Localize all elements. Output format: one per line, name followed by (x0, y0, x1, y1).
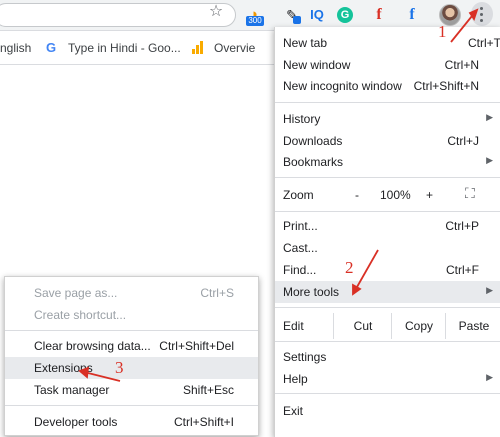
menu-separator (275, 102, 500, 103)
analytics-icon (192, 41, 204, 54)
menu-item-print[interactable]: Print... Ctrl+P (275, 215, 500, 237)
zoom-in-button[interactable]: + (426, 188, 433, 202)
zoom-out-button[interactable]: - (355, 188, 359, 202)
cut-button[interactable]: Cut (333, 313, 392, 339)
submenu-item-save-page: Save page as... Ctrl+S (34, 286, 234, 300)
menu-item-new-window[interactable]: New window Ctrl+N (275, 54, 500, 76)
menu-separator (5, 405, 258, 406)
menu-item-help[interactable]: Help ▶ (275, 368, 500, 390)
menu-separator (275, 307, 500, 308)
paste-button[interactable]: Paste (445, 313, 500, 339)
menu-item-edit: Edit Cut Copy Paste (275, 313, 500, 339)
chrome-main-menu: New tab Ctrl+T New window Ctrl+N New inc… (274, 27, 500, 437)
menu-item-find[interactable]: Find... Ctrl+F (275, 259, 500, 281)
submenu-item-extensions[interactable]: Extensions (5, 357, 258, 379)
extension-badge: 300 (246, 16, 264, 26)
annotation-step-3: 3 (115, 358, 124, 377)
bookmark-english[interactable]: nglish (0, 41, 31, 55)
submenu-item-create-shortcut: Create shortcut... (34, 308, 127, 322)
chevron-right-icon: ▶ (486, 155, 493, 165)
submenu-item-developer-tools[interactable]: Developer tools Ctrl+Shift+I (5, 411, 258, 433)
menu-item-settings[interactable]: Settings (275, 346, 500, 368)
menu-separator (5, 330, 258, 331)
bookmark-overview[interactable]: Overvie (214, 41, 255, 55)
menu-item-new-tab[interactable]: New tab Ctrl+T (275, 32, 500, 54)
menu-item-zoom: Zoom - 100% + ⛶ (283, 185, 475, 202)
grammarly-icon[interactable]: G (337, 7, 353, 23)
star-icon[interactable]: ☆ (207, 3, 225, 21)
copy-button[interactable]: Copy (391, 313, 446, 339)
fullscreen-icon[interactable]: ⛶ (465, 185, 475, 202)
menu-item-bookmarks[interactable]: Bookmarks ▶ (275, 151, 500, 173)
submenu-item-clear-browsing-data[interactable]: Clear browsing data... Ctrl+Shift+Del (5, 335, 258, 357)
menu-separator (275, 177, 500, 178)
address-bar[interactable] (0, 3, 236, 27)
iq-icon[interactable]: IQ (306, 6, 328, 24)
color-picker-swatch (293, 16, 301, 24)
annotation-step-2: 2 (345, 258, 354, 277)
menu-separator (275, 211, 500, 212)
chevron-right-icon: ▶ (486, 372, 493, 382)
menu-item-downloads[interactable]: Downloads Ctrl+J (275, 130, 500, 152)
facebook-icon[interactable]: f (403, 6, 421, 24)
menu-separator (275, 341, 500, 342)
annotation-step-1: 1 (438, 22, 447, 41)
zoom-level: 100% (380, 188, 411, 202)
google-icon: G (46, 40, 57, 55)
menu-separator (275, 393, 500, 394)
menu-item-cast[interactable]: Cast... (275, 237, 500, 259)
three-dots-icon[interactable] (471, 2, 493, 26)
submenu-item-task-manager[interactable]: Task manager Shift+Esc (5, 379, 258, 401)
chevron-right-icon: ▶ (486, 112, 493, 122)
menu-item-new-incognito[interactable]: New incognito window Ctrl+Shift+N (275, 75, 500, 97)
bookmark-type-in-hindi[interactable]: Type in Hindi - Goo... (68, 41, 181, 55)
menu-item-more-tools[interactable]: More tools ▶ (275, 281, 500, 303)
font-icon[interactable]: f (370, 6, 388, 24)
menu-item-exit[interactable]: Exit (275, 400, 500, 422)
chevron-right-icon: ▶ (486, 285, 493, 295)
more-tools-submenu: Save page as... Ctrl+S Create shortcut..… (4, 276, 259, 436)
menu-item-history[interactable]: History ▶ (275, 108, 500, 130)
